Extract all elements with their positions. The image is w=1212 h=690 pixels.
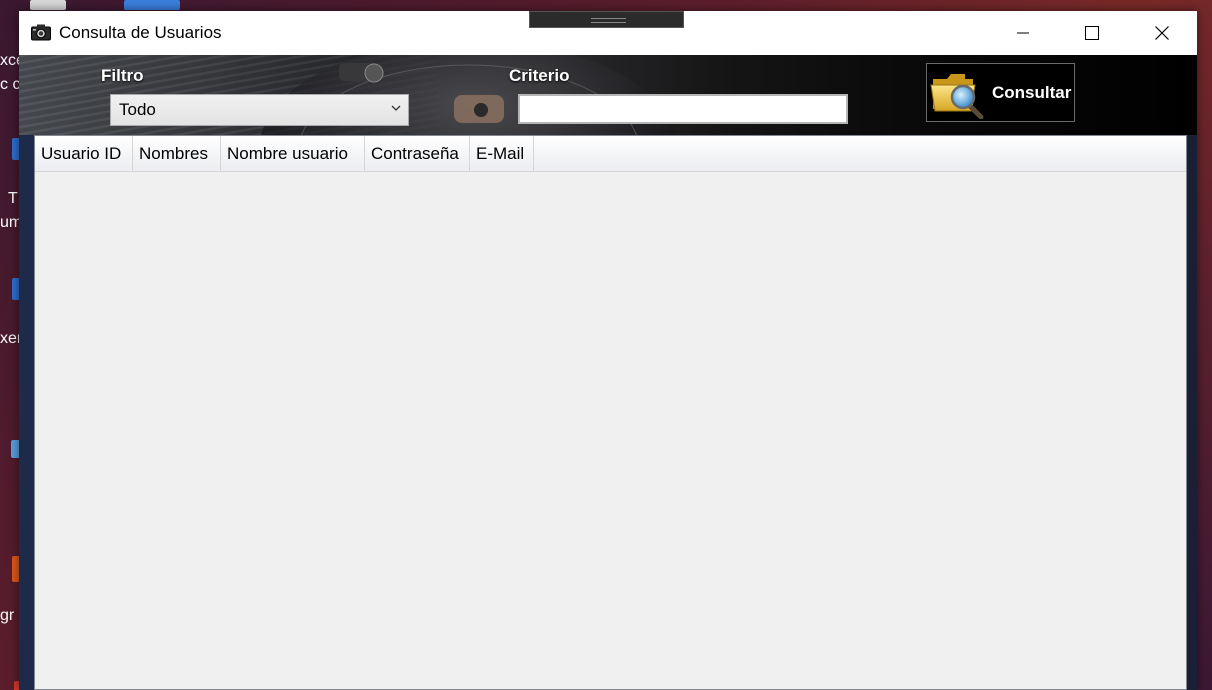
close-button[interactable] — [1127, 11, 1197, 55]
grip-icon — [591, 18, 626, 23]
criteria-label: Criterio — [509, 66, 570, 85]
filter-selected-value: Todo — [119, 100, 156, 119]
desktop-label: gr — [0, 607, 15, 624]
close-icon — [1155, 26, 1169, 40]
users-grid[interactable]: Usuario ID Nombres Nombre usuario Contra… — [34, 135, 1187, 690]
consultar-button[interactable]: Consultar — [926, 63, 1075, 122]
desktop-file-icon[interactable] — [30, 0, 66, 10]
content-area: Usuario ID Nombres Nombre usuario Contra… — [19, 135, 1197, 690]
folder-search-icon — [930, 74, 984, 119]
filter-select[interactable]: Todo — [110, 94, 409, 126]
chevron-down-icon — [391, 105, 401, 111]
criteria-input[interactable] — [518, 94, 848, 124]
search-header: Filtro Todo Criterio Consultar — [19, 55, 1197, 135]
minimize-button[interactable] — [988, 11, 1058, 55]
snap-layout-handle[interactable] — [529, 11, 684, 28]
column-header-nombre-usuario[interactable]: Nombre usuario — [221, 136, 365, 171]
column-header-contrasena[interactable]: Contraseña — [365, 136, 470, 171]
column-header-email[interactable]: E-Mail — [470, 136, 534, 171]
minimize-icon — [1017, 32, 1029, 34]
desktop-file-icon[interactable] — [124, 0, 180, 10]
camera-icon — [31, 24, 51, 41]
consultar-button-label: Consultar — [992, 83, 1072, 102]
grid-header-row: Usuario ID Nombres Nombre usuario Contra… — [35, 136, 1186, 172]
maximize-icon — [1085, 26, 1099, 40]
desktop-label: T — [8, 190, 18, 207]
maximize-button[interactable] — [1057, 11, 1127, 55]
window-title: Consulta de Usuarios — [59, 23, 222, 42]
filter-label: Filtro — [101, 66, 144, 85]
column-header-nombres[interactable]: Nombres — [133, 136, 221, 171]
app-window: Consulta de Usuarios Filtro Todo Criteri… — [19, 11, 1197, 690]
column-header-usuario-id[interactable]: Usuario ID — [35, 136, 133, 171]
